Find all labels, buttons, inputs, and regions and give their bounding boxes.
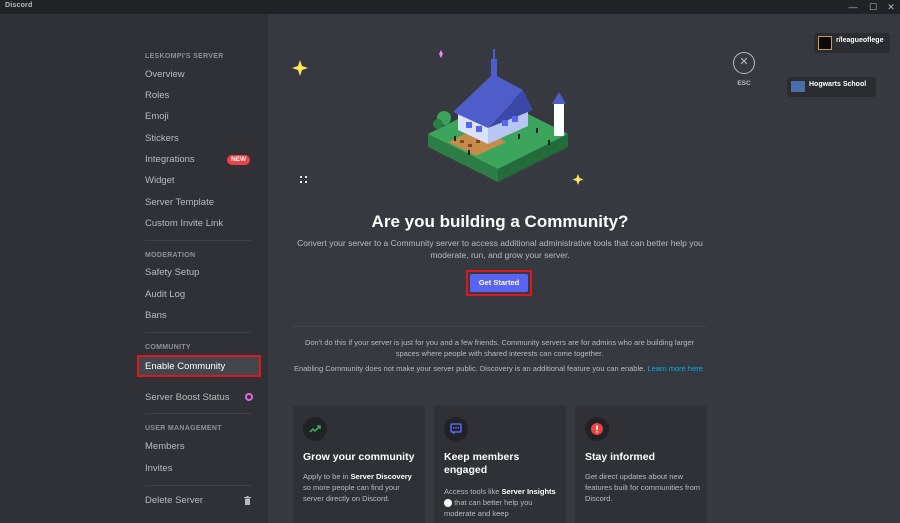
esc-label: ESC <box>737 80 751 87</box>
card-body-text: Access tools like <box>444 487 500 496</box>
card-title: Keep members engaged <box>444 451 520 476</box>
app-title: Discord <box>5 2 33 9</box>
hogwarts-logo-icon <box>791 81 805 92</box>
sidebar-item-server-boost-status[interactable]: Server Boost Status <box>145 391 229 405</box>
card-body-text: Apply to be in <box>303 472 349 481</box>
card-body-bold: Server Discovery <box>350 472 412 481</box>
discovery-note: Enabling Community does not make your se… <box>293 363 706 374</box>
info-icon <box>585 417 609 441</box>
sidebar-item-members[interactable]: Members <box>145 440 185 454</box>
sidebar-item-safety-setup[interactable]: Safety Setup <box>145 266 199 280</box>
sidebar-item-enable-community[interactable]: Enable Community <box>137 355 261 377</box>
community-house-illustration <box>292 49 584 185</box>
card-body-text: Get direct updates about new features bu… <box>585 472 701 503</box>
chat-icon <box>444 417 468 441</box>
card-title: Grow your community <box>303 451 415 463</box>
info-icon <box>444 499 452 508</box>
get-started-highlight: Get Started <box>466 270 532 296</box>
close-icon[interactable]: ✕ <box>733 52 755 74</box>
sidebar-divider <box>145 413 252 414</box>
community-section-header: COMMUNITY <box>145 344 191 351</box>
sidebar-item-roles[interactable]: Roles <box>145 89 169 103</box>
sidebar-item-server-template[interactable]: Server Template <box>145 196 214 210</box>
sidebar-item-stickers[interactable]: Stickers <box>145 132 179 146</box>
sidebar-item-integrations[interactable]: Integrations <box>145 153 195 167</box>
sidebar-item-invites[interactable]: Invites <box>145 462 172 476</box>
sidebar-divider <box>145 332 252 333</box>
trash-icon <box>244 496 251 505</box>
title-bar: Discord — ☐ ✕ <box>0 0 900 14</box>
settings-sidebar <box>0 14 268 523</box>
feature-card-informed: Stay informed Get direct updates about n… <box>575 405 707 523</box>
league-logo-icon <box>818 36 832 50</box>
learn-more-link[interactable]: Learn more here. <box>648 364 706 373</box>
get-started-button[interactable]: Get Started <box>470 274 528 292</box>
page-subtitle: Convert your server to a Community serve… <box>297 238 703 260</box>
community-disclaimer: Don't do this if your server is just for… <box>304 338 695 358</box>
server-pill-league[interactable]: r/leagueoflege <box>814 33 890 53</box>
pill-label: r/leagueoflege <box>836 37 884 44</box>
moderation-section-header: MODERATION <box>145 252 196 259</box>
sidebar-divider <box>145 240 252 241</box>
card-title: Stay informed <box>585 451 656 463</box>
server-section-header: LESKOMPI'S SERVER <box>145 53 224 60</box>
page-title: Are you building a Community? <box>371 212 629 231</box>
card-body: Get direct updates about new features bu… <box>585 471 701 504</box>
sidebar-item-emoji[interactable]: Emoji <box>145 110 169 124</box>
server-pill-hogwarts[interactable]: Hogwarts School <box>787 77 876 97</box>
pill-label: Hogwarts School <box>809 81 867 88</box>
sidebar-item-audit-log[interactable]: Audit Log <box>145 288 185 302</box>
card-body-bold: Server Insights <box>501 487 556 496</box>
content-divider <box>293 326 706 327</box>
card-body: Apply to be in Server Discovery so more … <box>303 471 419 504</box>
new-badge: NEW <box>227 155 251 165</box>
boost-icon <box>245 393 253 401</box>
sidebar-divider <box>145 485 252 486</box>
sidebar-item-custom-invite-link[interactable]: Custom Invite Link <box>145 217 223 231</box>
user-management-section-header: USER MANAGEMENT <box>145 425 222 432</box>
discovery-note-text: Enabling Community does not make your se… <box>293 364 646 373</box>
sidebar-item-label: Enable Community <box>145 361 226 372</box>
sidebar-item-delete-server[interactable]: Delete Server <box>145 494 203 508</box>
sidebar-item-widget[interactable]: Widget <box>145 174 175 188</box>
feature-card-engaged: Keep members engaged Access tools like S… <box>434 405 566 523</box>
card-body-text: so more people can find your server dire… <box>303 483 400 503</box>
sidebar-item-bans[interactable]: Bans <box>145 309 167 323</box>
card-body: Access tools like Server Insights that c… <box>444 486 560 519</box>
sidebar-item-overview[interactable]: Overview <box>145 68 185 82</box>
feature-card-grow: Grow your community Apply to be in Serve… <box>293 405 425 523</box>
minimize-icon[interactable]: — <box>846 1 860 13</box>
trending-up-icon <box>303 417 327 441</box>
close-window-icon[interactable]: ✕ <box>884 1 898 13</box>
card-body-text: that can better help you moderate and ke… <box>444 498 533 518</box>
maximize-icon[interactable]: ☐ <box>866 1 880 13</box>
